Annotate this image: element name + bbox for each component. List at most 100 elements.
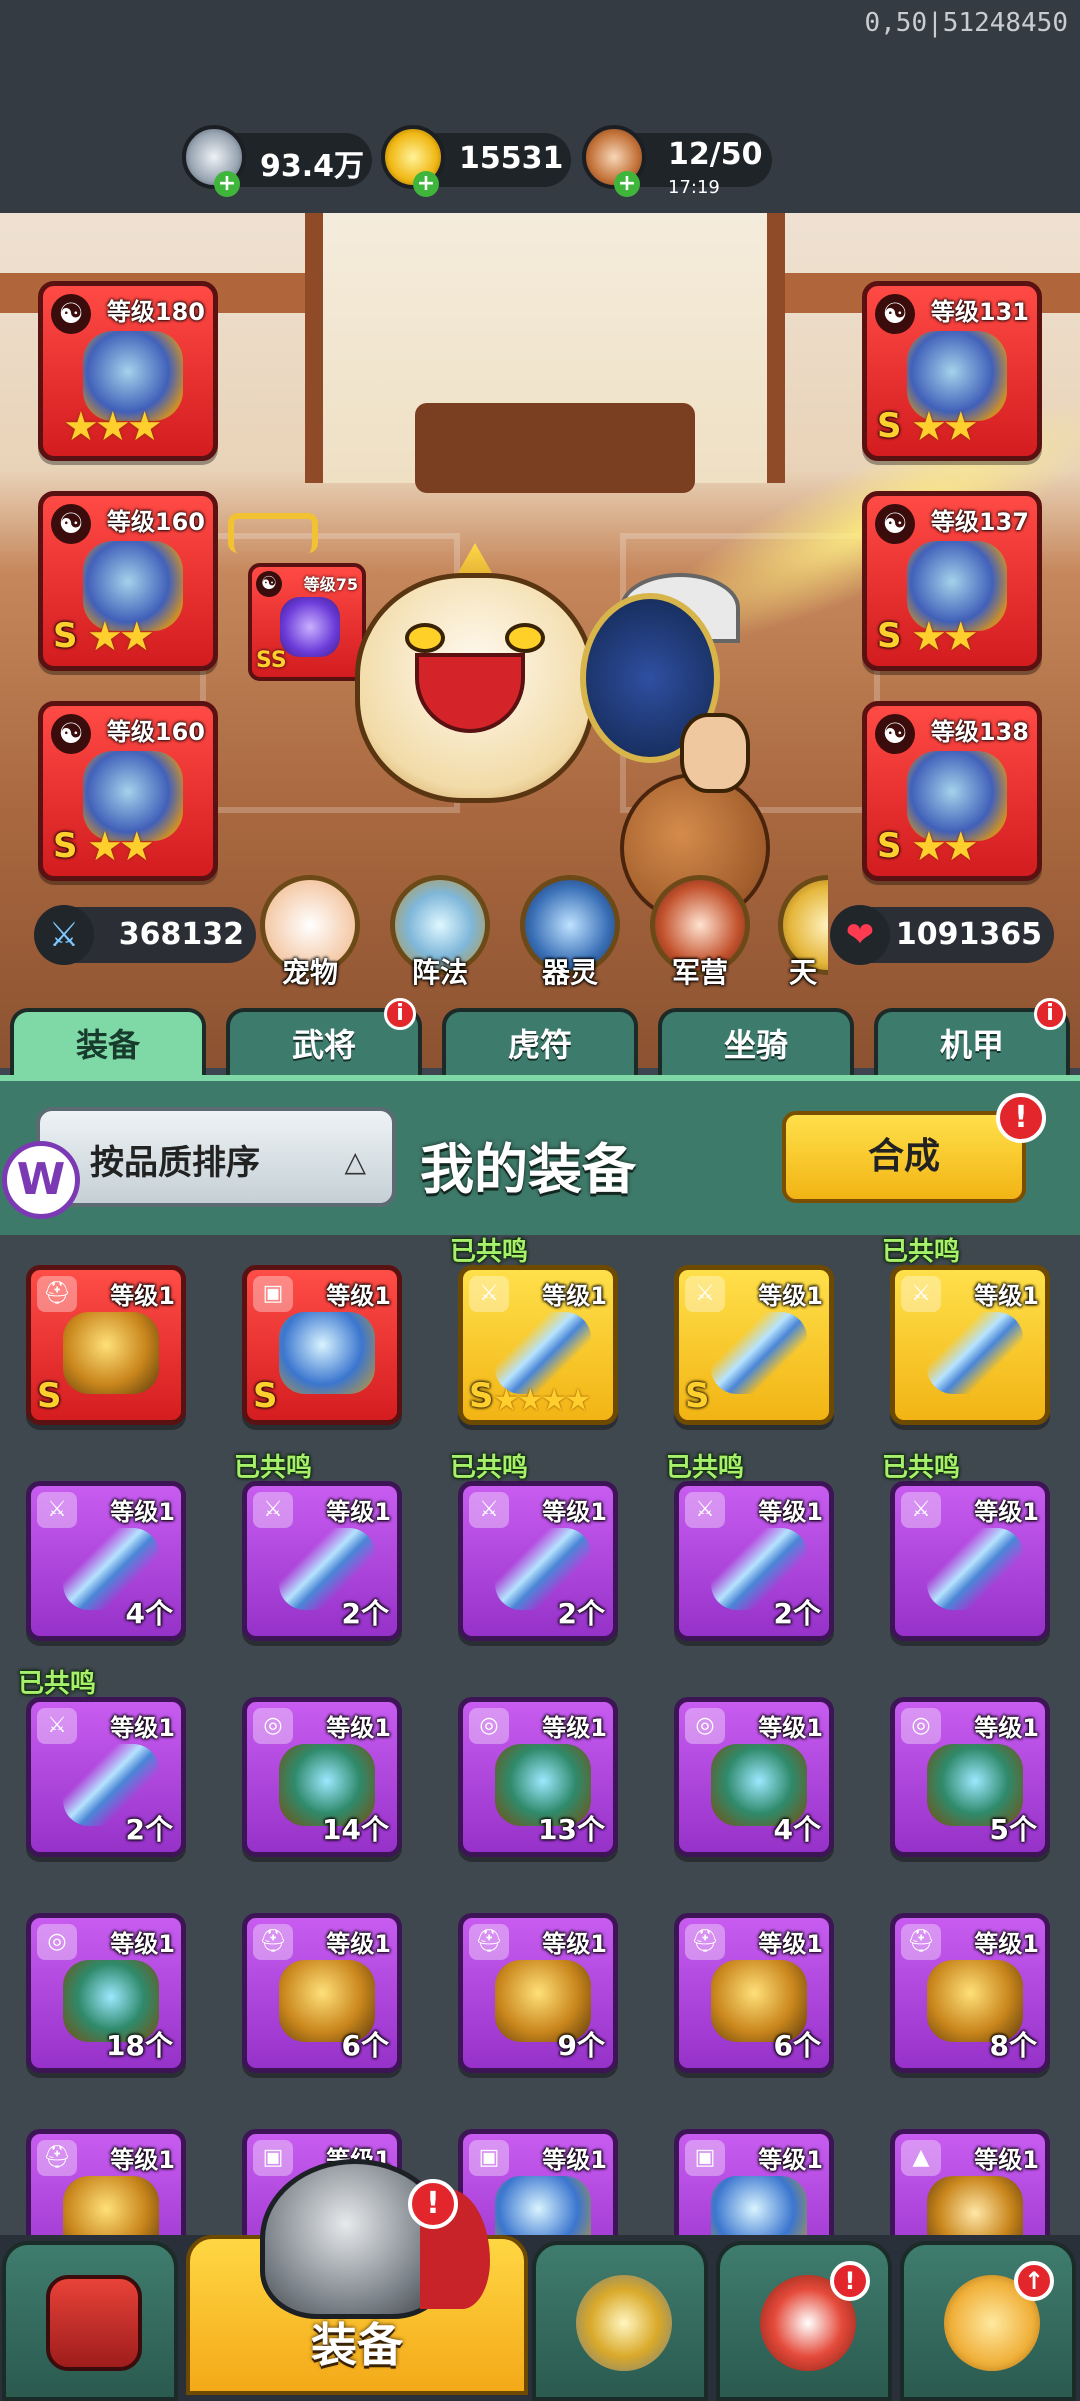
slot-stars: ★★ [911, 824, 979, 870]
equipment-item[interactable]: ⚔ 等级1 S [674, 1265, 834, 1425]
hero-equip-slot-right-2[interactable]: ☯ 等级137 S ★★ [862, 491, 1042, 671]
shop-gate-icon [46, 2275, 142, 2371]
slot-level: 等级137 [930, 508, 1029, 536]
sword-icon: ⚔ [901, 1492, 941, 1528]
amulet-icon: ◎ [37, 1924, 77, 1960]
nav-generals-alert-icon: ! [830, 2261, 870, 2301]
equipment-item[interactable]: ◎ 等级1 14个 [242, 1697, 402, 1857]
equipment-item[interactable]: ⚔ 等级1 2个 [458, 1481, 618, 1641]
equipment-item[interactable]: ▣ 等级1 [674, 2129, 834, 2235]
item-count: 6个 [773, 2029, 821, 2062]
item-level: 等级1 [758, 1282, 823, 1310]
slot-grade: S [877, 406, 902, 446]
equipment-header: 按品质排序 △ W 我的装备 合成 ! [0, 1075, 1080, 1235]
tab-mount[interactable]: 坐骑 [658, 1008, 854, 1078]
gold-value: 15531 [459, 141, 564, 176]
equipment-item[interactable]: ⛑ 等级1 S [26, 1265, 186, 1425]
feature-barracks[interactable]: 军营 [648, 875, 752, 991]
feature-label: 军营 [671, 956, 728, 989]
feature-pet[interactable]: 宠物 [258, 875, 362, 991]
silver-resource[interactable]: + 93.4万 [182, 125, 372, 197]
add-gold-icon[interactable]: + [413, 171, 439, 197]
equipment-item[interactable]: ⚔ 等级1 2个 [26, 1697, 186, 1857]
item-art [495, 2176, 591, 2235]
hero-equip-slot-left-1[interactable]: ☯ 等级180 S ★★★ [38, 281, 218, 461]
equipment-item[interactable]: ⚔ 等级1 4个 [26, 1481, 186, 1641]
equipment-item[interactable]: ◎ 等级1 4个 [674, 1697, 834, 1857]
item-count: 4个 [125, 1597, 173, 1630]
slot-grade: S [53, 616, 78, 656]
bottom-nav: 装备 ! ! ↑ [0, 2159, 1080, 2401]
feature-formation[interactable]: 阵法 [388, 875, 492, 991]
hero-equip-slot-right-1[interactable]: ☯ 等级131 S ★★ [862, 281, 1042, 461]
item-level: 等级1 [974, 1930, 1039, 1958]
hero-equip-slot-left-3[interactable]: ☯ 等级160 S ★★ [38, 701, 218, 881]
hero-equip-slot-left-2[interactable]: ☯ 等级160 S ★★ [38, 491, 218, 671]
item-level: 等级1 [326, 1714, 391, 1742]
sword-icon: ⚔ [37, 1708, 77, 1744]
add-silver-icon[interactable]: + [214, 171, 240, 197]
equipment-item[interactable]: ⚔ 等级1 2个 [674, 1481, 834, 1641]
item-level: 等级1 [326, 1498, 391, 1526]
yin-yang-icon: ☯ [256, 571, 282, 597]
attack-value: 368132 [118, 917, 244, 952]
equipment-item[interactable]: ⛑ 等级1 6个 [674, 1913, 834, 2073]
nav-equipment[interactable]: 装备 ! [186, 2159, 528, 2395]
equipment-item[interactable]: ◎ 等级1 13个 [458, 1697, 618, 1857]
stamina-timer: 17:19 [668, 177, 720, 198]
scene-table [415, 403, 695, 493]
heart-icon: ❤ [830, 905, 890, 965]
item-level: 等级1 [758, 1930, 823, 1958]
nav-generals[interactable]: ! [716, 2241, 892, 2401]
equipment-item[interactable]: ⛑ 等级1 8个 [890, 1913, 1050, 2073]
nav-upgrade-alert-icon: ↑ [1014, 2261, 1054, 2301]
equipment-item[interactable]: ⚔ 等级1 [890, 1265, 1050, 1425]
item-count: 8个 [989, 2029, 1037, 2062]
equipment-item[interactable]: ⚔ 等级1 2个 [242, 1481, 402, 1641]
tab-tiger-tally[interactable]: 虎符 [442, 1008, 638, 1078]
equipment-item[interactable]: ⚔ 等级1 [890, 1481, 1050, 1641]
slot-level: 等级138 [930, 718, 1029, 746]
hero-equip-slot-right-3[interactable]: ☯ 等级138 S ★★ [862, 701, 1042, 881]
tab-mecha-badge: i [1034, 998, 1066, 1030]
item-count: 5个 [989, 1813, 1037, 1846]
equipment-item[interactable]: ⛑ 等级1 [26, 2129, 186, 2235]
amulet-icon: ◎ [469, 1708, 509, 1744]
slot-grade: S [53, 826, 78, 866]
item-grade: S [469, 1376, 494, 1416]
feature-label: 宠物 [281, 956, 338, 989]
equipment-item[interactable]: ◎ 等级1 5个 [890, 1697, 1050, 1857]
add-stamina-icon[interactable]: + [614, 171, 640, 197]
item-count: 2个 [557, 1597, 605, 1630]
feature-sky[interactable]: 天 [778, 875, 828, 991]
slot-stars: ★★ [911, 614, 979, 660]
merge-button[interactable]: 合成 [782, 1111, 1026, 1203]
tab-equipment[interactable]: 装备 [10, 1008, 206, 1078]
item-level: 等级1 [110, 1714, 175, 1742]
equipment-item[interactable]: ▲ 等级1 [890, 2129, 1050, 2235]
armor-icon: ▣ [469, 2140, 509, 2176]
sort-label: 按品质排序 [90, 1143, 260, 1183]
item-art [927, 1312, 1023, 1394]
armor-icon: ▣ [253, 2140, 293, 2176]
sort-by-quality-button[interactable]: 按品质排序 △ [36, 1107, 396, 1207]
hp-stat: ❤ 1091365 [830, 905, 1054, 965]
feature-spirit[interactable]: 器灵 [518, 875, 622, 991]
equipment-item[interactable]: ⚔ 等级1 ★★★★ S [458, 1265, 618, 1425]
yin-yang-icon: ☯ [875, 504, 915, 544]
battle-swords-icon [576, 2275, 672, 2371]
nav-upgrade[interactable]: ↑ [900, 2241, 1076, 2401]
equipment-item[interactable]: ▣ 等级1 S [242, 1265, 402, 1425]
item-count: 2个 [341, 1597, 389, 1630]
armor-icon: ▣ [253, 1276, 293, 1312]
merge-alert-icon: ! [996, 1093, 1046, 1143]
gold-resource[interactable]: + 15531 [381, 125, 571, 197]
nav-battle[interactable] [532, 2241, 708, 2401]
nav-shop[interactable] [2, 2241, 178, 2401]
stamina-resource[interactable]: + 12/50 17:19 [582, 125, 772, 198]
equipment-item[interactable]: ◎ 等级1 18个 [26, 1913, 186, 2073]
equipment-item[interactable]: ⛑ 等级1 6个 [242, 1913, 402, 2073]
equipment-item[interactable]: ⛑ 等级1 9个 [458, 1913, 618, 2073]
item-level: 等级1 [974, 2146, 1039, 2174]
item-level: 等级1 [542, 1282, 607, 1310]
